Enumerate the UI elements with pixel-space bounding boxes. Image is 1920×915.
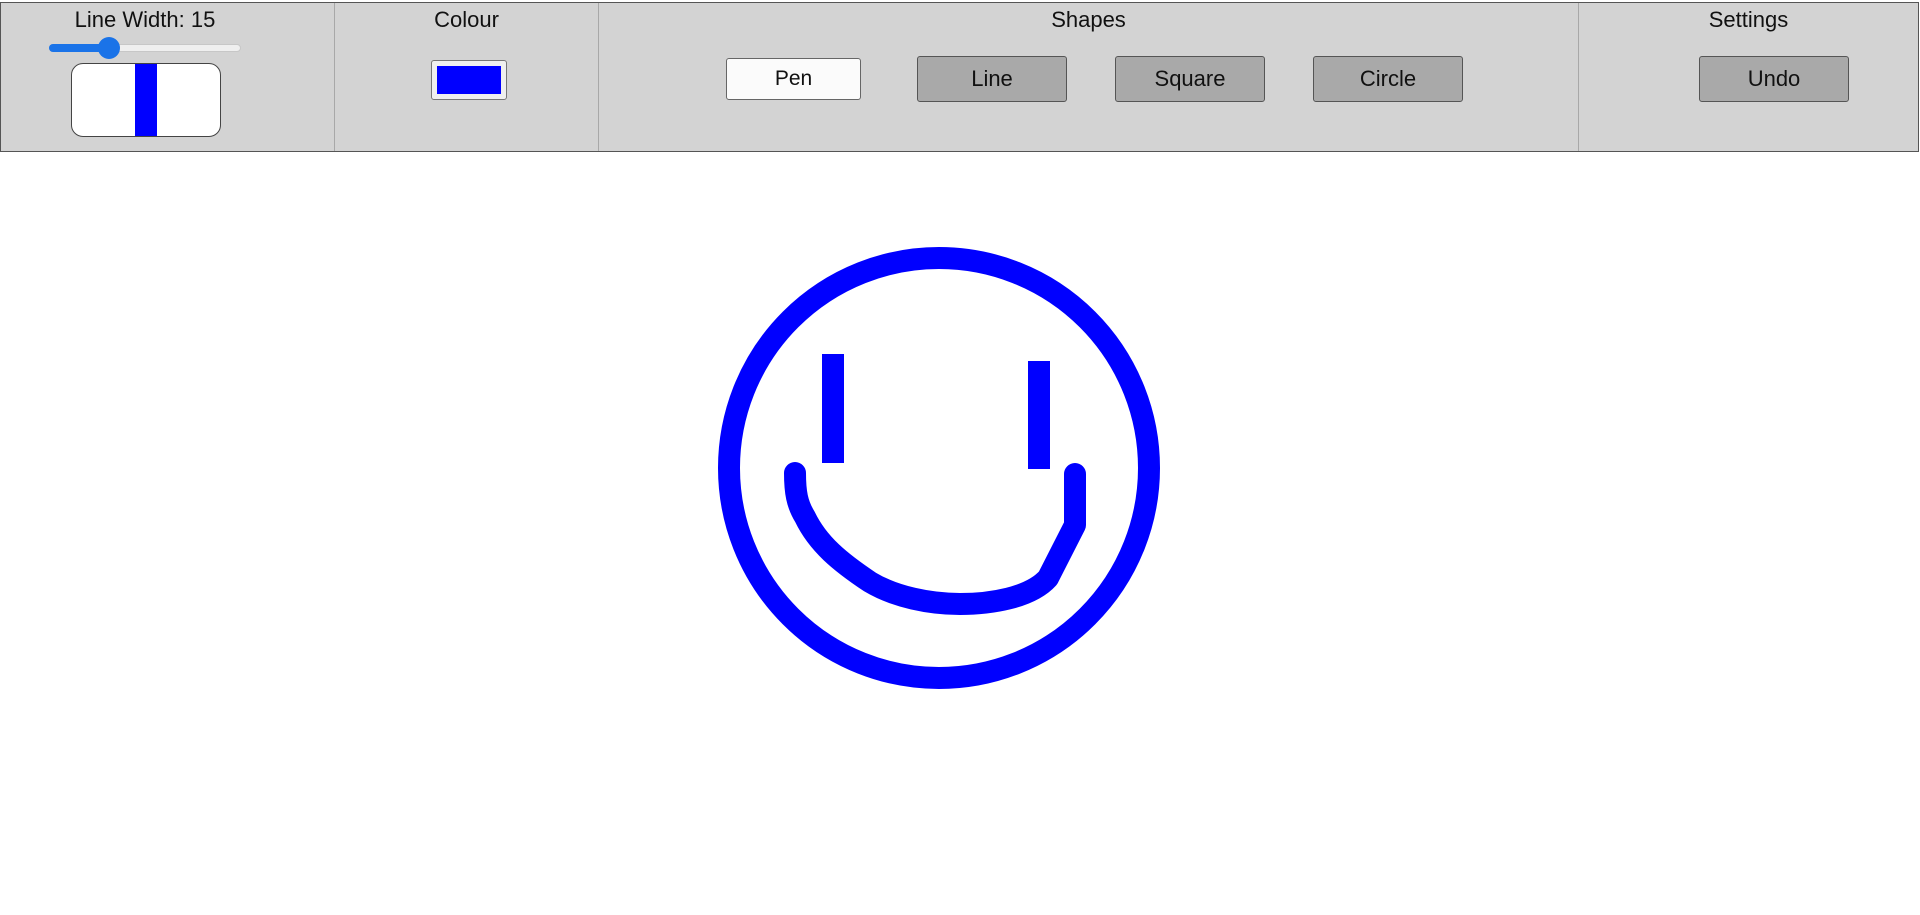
- settings-title: Settings: [1708, 7, 1789, 32]
- pen-button[interactable]: Pen: [726, 58, 861, 100]
- drawn-left-eye: [822, 354, 844, 463]
- slider-thumb[interactable]: [97, 37, 120, 59]
- undo-button[interactable]: Undo: [1699, 56, 1849, 102]
- colour-swatch-fill: [437, 66, 501, 94]
- line-button[interactable]: Line: [917, 56, 1067, 102]
- colour-picker[interactable]: [431, 60, 507, 100]
- line-width-section: Line Width: 15: [1, 3, 335, 151]
- drawing-canvas[interactable]: [0, 152, 1920, 915]
- shapes-title: Shapes: [1051, 7, 1126, 32]
- line-width-title: Line Width: 15: [74, 7, 216, 32]
- colour-title: Colour: [434, 7, 499, 32]
- line-width-slider[interactable]: [49, 37, 241, 59]
- settings-section: Settings Undo: [1579, 3, 1918, 151]
- circle-button[interactable]: Circle: [1313, 56, 1463, 102]
- toolbar: Line Width: 15 Colour Shapes Pen Line Sq…: [0, 2, 1919, 152]
- line-width-preview-bar: [135, 64, 157, 136]
- square-button[interactable]: Square: [1115, 56, 1265, 102]
- shapes-section: Shapes Pen Line Square Circle: [599, 3, 1579, 151]
- drawn-smile-stroke: [784, 462, 1086, 615]
- line-width-preview: [71, 63, 221, 137]
- drawn-right-eye: [1028, 361, 1050, 469]
- colour-section: Colour: [335, 3, 599, 151]
